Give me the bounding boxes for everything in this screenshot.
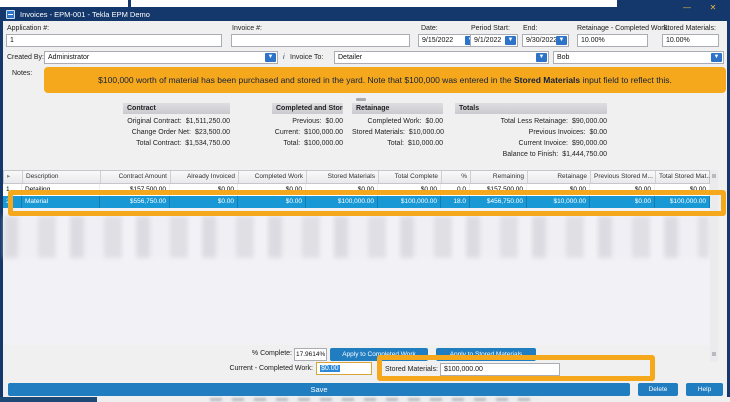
invoice-number-input[interactable]: [231, 34, 410, 47]
column-header-percent[interactable]: %: [442, 171, 471, 183]
app-icon: [6, 9, 15, 19]
end-dropdown-icon[interactable]: ▼: [556, 36, 567, 45]
date-input[interactable]: 9/15/2022 ▼: [418, 34, 478, 47]
created-by-dropdown-icon[interactable]: ▼: [265, 53, 276, 62]
window-title: Invoices - EPM-001 - Tekla EPM Demo: [20, 9, 150, 19]
info-icon: i: [283, 54, 285, 61]
period-start-input[interactable]: 9/1/2022 ▼: [470, 34, 518, 47]
apply-to-stored-materials-button[interactable]: Apply to Stored Materials: [436, 348, 536, 361]
stored-materials-footer-input[interactable]: $100,000.00: [440, 363, 560, 376]
close-button[interactable]: ✕: [702, 0, 724, 14]
column-header-completed-work[interactable]: Completed Work: [239, 171, 307, 183]
title-bar: Invoices - EPM-001 - Tekla EPM Demo: [0, 7, 730, 21]
totals-panel-title: Totals: [455, 103, 607, 114]
invoice-number-label: Invoice #:: [232, 25, 262, 32]
column-header-previous-stored[interactable]: Previous Stored M...: [591, 171, 656, 183]
percent-complete-label: % Complete:: [251, 350, 292, 357]
background-window-border: [128, 0, 131, 7]
notes-label: Notes:: [12, 70, 33, 77]
stored-materials-percent-label: Stored Materials:: [663, 25, 716, 32]
note-text: $100,000 worth of material has been purc…: [98, 75, 672, 85]
stored-materials-footer-label: Stored Materials:: [385, 366, 438, 373]
grid-header-indicator[interactable]: ▸: [4, 171, 23, 183]
period-start-dropdown-icon[interactable]: ▼: [505, 36, 516, 45]
percent-complete-input[interactable]: 17.9614%: [294, 348, 327, 361]
application-label: Application #:: [7, 25, 50, 32]
application-input[interactable]: 1: [6, 34, 222, 47]
end-label: End:: [523, 25, 538, 32]
created-by-label: Created By:: [7, 54, 44, 61]
invoice-to-dropdown-icon[interactable]: ▼: [536, 53, 547, 62]
retainage-completed-work-label: Retainage - Completed Work:: [577, 25, 670, 32]
background-window-text-smudge: [210, 398, 540, 401]
note-annotation: $100,000 worth of material has been purc…: [44, 67, 726, 93]
column-header-already-invoiced[interactable]: Already Invoiced: [171, 171, 239, 183]
grid-scrollbar[interactable]: [710, 170, 718, 362]
background-window-bottom-accent: [0, 397, 97, 402]
column-header-stored-materials[interactable]: Stored Materials: [307, 171, 379, 183]
column-header-description[interactable]: Description: [23, 171, 101, 183]
completed-stored-panel-title: Completed and Stored: [272, 103, 343, 114]
date-label: Date:: [421, 25, 438, 32]
column-header-retainage[interactable]: Retainage: [528, 171, 591, 183]
stored-materials-percent-input[interactable]: 10.00%: [662, 34, 719, 47]
save-button[interactable]: Save: [8, 383, 630, 396]
approver-select[interactable]: Bob ▼: [553, 51, 724, 64]
minimize-button[interactable]: —: [676, 0, 698, 14]
scroll-down-icon[interactable]: [712, 352, 716, 356]
created-by-select[interactable]: Administrator ▼: [44, 51, 278, 64]
period-start-label: Period Start:: [471, 25, 510, 32]
invoice-to-label: Invoice To:: [290, 54, 324, 61]
splitter-handle[interactable]: [356, 98, 366, 101]
column-header-total-complete[interactable]: Total Complete: [379, 171, 442, 183]
invoice-to-select[interactable]: Detailer ▼: [334, 51, 549, 64]
current-completed-work-input[interactable]: $0.00: [316, 362, 372, 375]
delete-button[interactable]: Delete: [638, 383, 678, 396]
totals-panel: Totals Total Less Retainage: $90,000.00 P…: [455, 103, 607, 158]
apply-to-completed-work-button[interactable]: Apply to Completed Work: [330, 348, 428, 361]
contract-panel-title: Contract: [123, 103, 230, 114]
column-header-total-stored[interactable]: Total Stored Mat...: [656, 171, 711, 183]
current-completed-work-label: Current - Completed Work:: [229, 365, 313, 372]
retainage-panel: Retainage Completed Work: $0.00 Stored Ma…: [352, 103, 444, 147]
approver-dropdown-icon[interactable]: ▼: [711, 53, 722, 62]
completed-stored-panel: Completed and Stored Previous:$0.00 Curr…: [272, 103, 343, 147]
table-row[interactable]: 1 Detailing $157,500.00 $0.00 $0.00 $0.0…: [3, 184, 710, 196]
column-header-remaining[interactable]: Remaining: [471, 171, 528, 183]
scroll-up-icon[interactable]: [712, 174, 716, 178]
selected-text: $0.00: [320, 365, 340, 372]
retainage-panel-title: Retainage: [352, 103, 443, 114]
column-header-contract-amount[interactable]: Contract Amount: [101, 171, 171, 183]
retainage-completed-work-input[interactable]: 10.00%: [577, 34, 648, 47]
help-button[interactable]: Help: [686, 383, 723, 396]
redacted-rows-blur: [4, 216, 709, 258]
grid-header-row: ▸ Description Contract Amount Already In…: [3, 170, 711, 184]
table-row-selected[interactable]: 2 Material $556,750.00 $0.00 $0.00 $100,…: [3, 196, 710, 208]
contract-panel: Contract Original Contract: $1,511,250.00…: [123, 103, 230, 147]
end-input[interactable]: 9/30/2022 ▼: [522, 34, 569, 47]
